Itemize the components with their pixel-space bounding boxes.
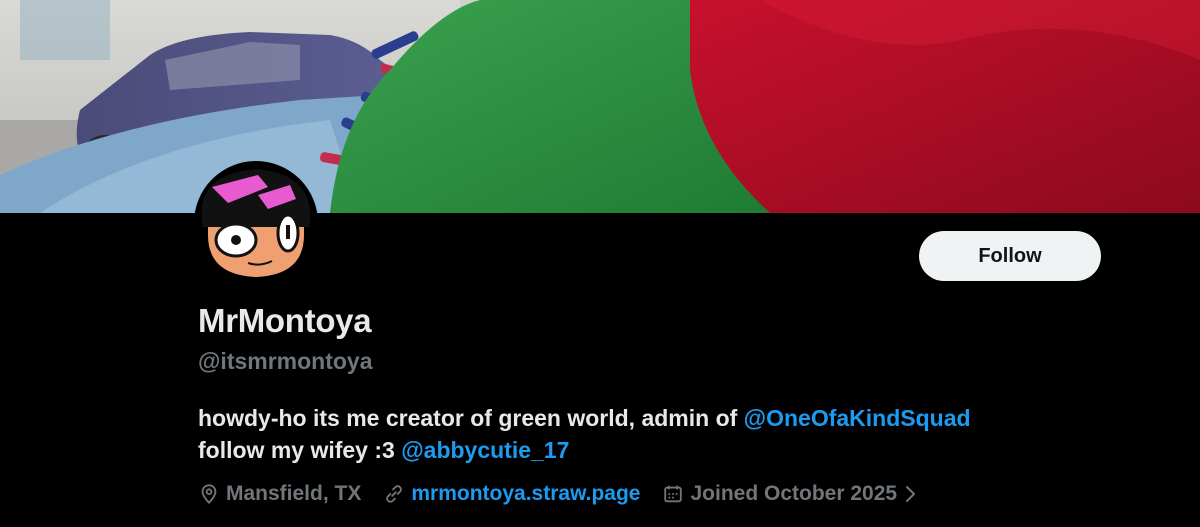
display-name: MrMontoya — [198, 302, 372, 339]
location-text: Mansfield, TX — [226, 482, 362, 505]
avatar-image — [198, 165, 314, 281]
website-link[interactable]: mrmontoya.straw.page — [411, 482, 640, 506]
website-item[interactable]: mrmontoya.straw.page — [383, 482, 640, 506]
profile-meta: Mansfield, TX mrmontoya.straw.page Joine… — [198, 480, 945, 508]
joined-text: Joined October 2025 — [690, 482, 898, 505]
bio-text: follow my wifey :3 — [198, 437, 402, 463]
profile-banner[interactable] — [0, 0, 1200, 213]
avatar[interactable] — [194, 161, 318, 285]
profile-bio: howdy-ho its me creator of green world, … — [198, 402, 1158, 466]
follow-button[interactable]: Follow — [919, 231, 1101, 281]
calendar-icon — [664, 485, 683, 503]
location-item: Mansfield, TX — [198, 482, 361, 506]
link-icon — [386, 485, 403, 503]
profile-page: Follow MrMontoya @itsmrmontoya howdy-ho … — [0, 0, 1200, 527]
mention-link[interactable]: @OneOfaKindSquad — [744, 405, 971, 431]
mention-link[interactable]: @abbycutie_17 — [401, 437, 569, 463]
bio-line-1: howdy-ho its me creator of green world, … — [198, 402, 1158, 434]
joined-item[interactable]: Joined October 2025 — [662, 482, 923, 506]
bio-text: howdy-ho its me creator of green world, … — [198, 405, 744, 431]
chevron-right-icon[interactable] — [903, 484, 917, 504]
map-pin-icon — [201, 484, 217, 505]
banner-image — [0, 0, 1200, 213]
user-handle: @itsmrmontoya — [198, 348, 373, 374]
bio-line-2: follow my wifey :3 @abbycutie_17 — [198, 434, 1158, 466]
